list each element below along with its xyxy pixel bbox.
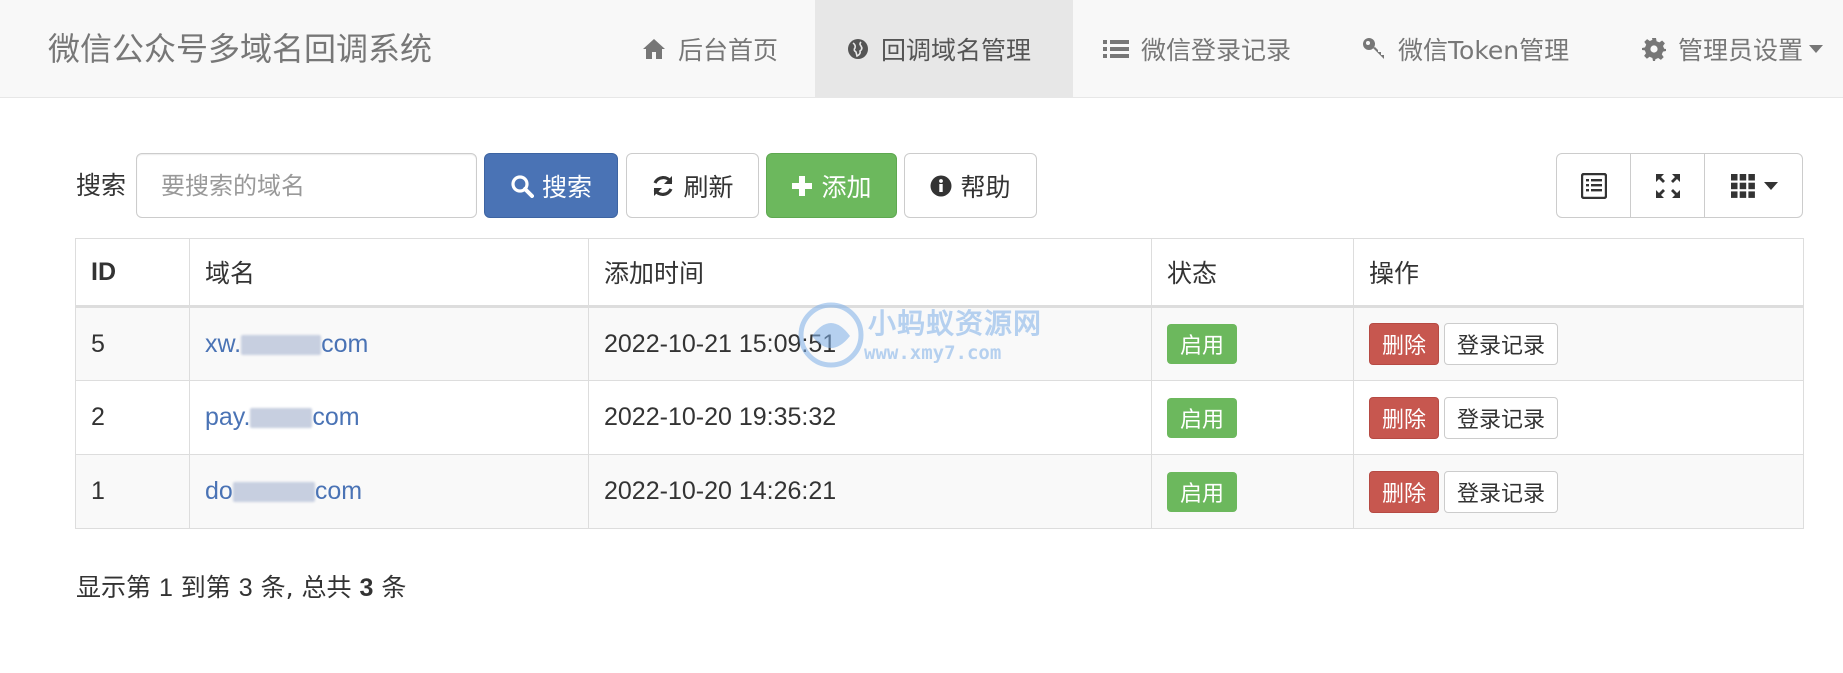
nav-item-label: 管理员设置 bbox=[1678, 36, 1804, 65]
help-button[interactable]: 帮助 bbox=[904, 153, 1037, 218]
table-view-toolbar bbox=[1556, 153, 1803, 218]
chevron-down-icon bbox=[1809, 45, 1824, 53]
brand-title[interactable]: 微信公众号多域名回调系统 bbox=[48, 0, 432, 98]
domain-link[interactable]: do com bbox=[205, 477, 362, 505]
refresh-icon bbox=[654, 175, 673, 196]
globe-icon bbox=[848, 39, 868, 59]
status-badge: 启用 bbox=[1167, 397, 1238, 438]
search-button-label: 搜索 bbox=[541, 172, 592, 202]
search-input[interactable] bbox=[136, 153, 477, 218]
grid-icon bbox=[1730, 173, 1755, 198]
search-button[interactable]: 搜索 bbox=[484, 153, 618, 218]
fullscreen-button[interactable] bbox=[1631, 154, 1705, 217]
redacted-text bbox=[241, 334, 322, 355]
domain-link[interactable]: pay. com bbox=[205, 403, 360, 431]
chevron-down-icon bbox=[1763, 181, 1778, 190]
nav-item-home[interactable]: 后台首页 bbox=[624, 0, 804, 98]
plus-icon bbox=[792, 175, 813, 196]
status-badge: 启用 bbox=[1167, 471, 1238, 512]
list-icon bbox=[1103, 40, 1129, 58]
delete-button[interactable]: 删除 bbox=[1369, 396, 1440, 439]
nav-item-token-manage[interactable]: 微信Token管理 bbox=[1362, 0, 1592, 98]
info-icon bbox=[930, 175, 952, 196]
cell-domain: xw. com bbox=[189, 306, 589, 381]
cell-domain: do com bbox=[189, 454, 589, 529]
table-row: 5 xw. com 2022-10-21 15:09:51 启用 删除 登录记录 bbox=[75, 306, 1804, 381]
column-header-actions[interactable]: 操作 bbox=[1353, 238, 1804, 308]
cell-actions: 删除 登录记录 bbox=[1353, 454, 1804, 529]
add-button[interactable]: 添加 bbox=[766, 153, 897, 218]
cell-time: 2022-10-21 15:09:51 bbox=[588, 306, 1152, 381]
refresh-button-label: 刷新 bbox=[683, 172, 734, 202]
help-button-label: 帮助 bbox=[960, 172, 1011, 202]
toggle-card-view-button[interactable] bbox=[1557, 154, 1631, 217]
column-header-id[interactable]: ID bbox=[75, 238, 190, 308]
key-icon bbox=[1363, 38, 1384, 59]
cell-time: 2022-10-20 14:26:21 bbox=[588, 454, 1152, 529]
redacted-text bbox=[250, 408, 313, 429]
domain-table-container: ID 域名 添加时间 状态 操作 5 xw. com 2022-10-21 15:… bbox=[75, 238, 1804, 529]
nav-item-admin-settings[interactable]: 管理员设置 bbox=[1642, 0, 1842, 98]
column-header-time[interactable]: 添加时间 bbox=[588, 238, 1152, 308]
nav-item-label: 微信登录记录 bbox=[1141, 36, 1292, 65]
cell-status: 启用 bbox=[1151, 306, 1354, 381]
cell-status: 启用 bbox=[1151, 380, 1354, 455]
navbar: 微信公众号多域名回调系统 后台首页 回调域名管理 微信登录记录 微信Token管… bbox=[0, 0, 1843, 98]
search-label: 搜索 bbox=[76, 171, 127, 200]
list-alt-icon bbox=[1580, 172, 1607, 199]
status-badge: 启用 bbox=[1167, 324, 1238, 364]
nav-item-label: 回调域名管理 bbox=[881, 36, 1032, 65]
domain-link[interactable]: xw. com bbox=[205, 330, 368, 358]
table-row: 2 pay. com 2022-10-20 19:35:32 启用 删除 登录记录 bbox=[75, 380, 1804, 455]
search-icon bbox=[511, 174, 534, 198]
redacted-text bbox=[232, 482, 315, 503]
columns-toggle-button[interactable] bbox=[1705, 154, 1802, 217]
cell-id: 5 bbox=[75, 306, 190, 381]
cell-id: 1 bbox=[75, 454, 190, 529]
cell-actions: 删除 登录记录 bbox=[1353, 380, 1804, 455]
column-header-status[interactable]: 状态 bbox=[1151, 238, 1354, 308]
refresh-button[interactable]: 刷新 bbox=[626, 153, 759, 218]
cell-status: 启用 bbox=[1151, 454, 1354, 529]
domain-table: ID 域名 添加时间 状态 操作 5 xw. com 2022-10-21 15:… bbox=[75, 238, 1804, 529]
gear-icon bbox=[1642, 38, 1666, 61]
add-button-label: 添加 bbox=[821, 172, 872, 202]
table-header-row: ID 域名 添加时间 状态 操作 bbox=[75, 238, 1804, 308]
column-header-domain[interactable]: 域名 bbox=[189, 238, 589, 308]
nav-item-domain-manage[interactable]: 回调域名管理 bbox=[815, 0, 1073, 98]
nav-item-label: 后台首页 bbox=[678, 36, 779, 65]
nav-item-login-records[interactable]: 微信登录记录 bbox=[1103, 0, 1323, 98]
fullscreen-icon bbox=[1655, 173, 1680, 198]
login-records-button[interactable]: 登录记录 bbox=[1444, 396, 1559, 439]
table-row: 1 do com 2022-10-20 14:26:21 启用 删除 登录记录 bbox=[75, 454, 1804, 529]
cell-time: 2022-10-20 19:35:32 bbox=[588, 380, 1152, 455]
nav-item-label: 微信Token管理 bbox=[1398, 36, 1570, 65]
delete-button[interactable]: 删除 bbox=[1369, 470, 1440, 513]
delete-button[interactable]: 删除 bbox=[1369, 323, 1440, 365]
login-records-button[interactable]: 登录记录 bbox=[1444, 470, 1559, 513]
home-icon bbox=[643, 39, 665, 59]
pagination-info: 显示第 1 到第 3 条, 总共 3 条 bbox=[76, 573, 407, 602]
cell-domain: pay. com bbox=[189, 380, 589, 455]
login-records-button[interactable]: 登录记录 bbox=[1444, 323, 1559, 365]
cell-actions: 删除 登录记录 bbox=[1353, 306, 1804, 381]
cell-id: 2 bbox=[75, 380, 190, 455]
